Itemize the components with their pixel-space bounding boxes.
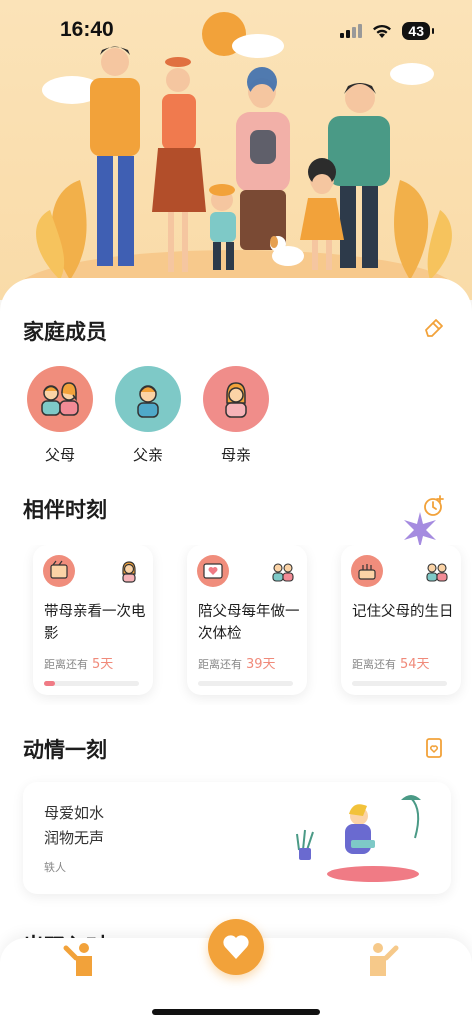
sparkle-decoration-icon <box>404 512 436 548</box>
mother-icon <box>225 382 247 418</box>
moment-countdown: 距离还有 54天 <box>352 657 430 672</box>
member-mother[interactable]: 母亲 <box>201 366 271 465</box>
moment-title: 带母亲看一次电影 <box>44 604 146 642</box>
quote-line-1: 母爱如水 <box>44 804 105 822</box>
parents-small-icon <box>426 563 448 582</box>
moment-title: 记住父母的生日 <box>352 604 454 620</box>
moment-countdown: 距离还有 39天 <box>198 657 276 672</box>
member-name: 父亲 <box>132 446 163 464</box>
days-remaining: 54天 <box>400 657 430 672</box>
status-time: 16:40 <box>60 18 114 41</box>
father-icon <box>137 385 159 418</box>
member-father[interactable]: 父亲 <box>113 366 183 465</box>
member-name: 母亲 <box>220 446 251 464</box>
status-bar: 16:40 43 <box>0 0 472 60</box>
moments-carousel[interactable]: 带母亲看一次电影 距离还有 5天 陪父母每年做一次体检 距离还有 39天 记住父母的… <box>0 545 472 705</box>
moment-progress-bar <box>352 681 447 686</box>
father-avatar <box>115 366 181 432</box>
quote-card[interactable]: 母爱如水 润物无声 轶人 <box>23 782 451 894</box>
center-heart-button[interactable] <box>208 919 264 975</box>
parents-icon <box>41 382 79 416</box>
moment-card[interactable]: 陪父母每年做一次体检 距离还有 39天 <box>187 545 307 695</box>
person-waving-icon[interactable] <box>62 940 100 978</box>
family-section-title: 家庭成员 <box>23 320 107 344</box>
parents-avatar <box>27 366 93 432</box>
touching-section-title: 动情一刻 <box>23 738 107 762</box>
movie-icon <box>43 555 75 587</box>
days-remaining: 39天 <box>246 657 276 672</box>
moment-card[interactable]: 带母亲看一次电影 距离还有 5天 <box>33 545 153 695</box>
mother-small-icon <box>122 561 136 583</box>
moment-card[interactable]: 记住父母的生日 距离还有 54天 <box>341 545 461 695</box>
days-remaining: 5天 <box>92 657 114 672</box>
member-parents[interactable]: 父母 <box>25 366 95 465</box>
member-name: 父母 <box>44 446 75 464</box>
health-check-icon <box>197 555 229 587</box>
birthday-icon <box>351 555 383 587</box>
card-heart-icon[interactable] <box>422 736 446 760</box>
person-waving-icon[interactable] <box>362 940 400 978</box>
battery-indicator: 43 <box>402 22 434 40</box>
quote-line-2: 润物无声 <box>44 829 105 847</box>
heart-icon <box>223 935 249 959</box>
reading-woman-illustration <box>296 795 421 882</box>
mother-avatar <box>203 366 269 432</box>
moment-progress-bar <box>44 681 139 686</box>
home-indicator <box>152 1009 320 1015</box>
cellular-signal-icon <box>340 24 363 38</box>
parents-small-icon <box>272 563 294 582</box>
wifi-icon <box>373 24 392 38</box>
quote-author: 轶人 <box>44 861 66 874</box>
moment-progress-bar <box>198 681 293 686</box>
moment-countdown: 距离还有 5天 <box>44 657 114 672</box>
moment-title: 陪父母每年做一次体检 <box>198 604 300 642</box>
edit-family-icon[interactable] <box>422 316 446 340</box>
moments-section-title: 相伴时刻 <box>23 498 107 522</box>
